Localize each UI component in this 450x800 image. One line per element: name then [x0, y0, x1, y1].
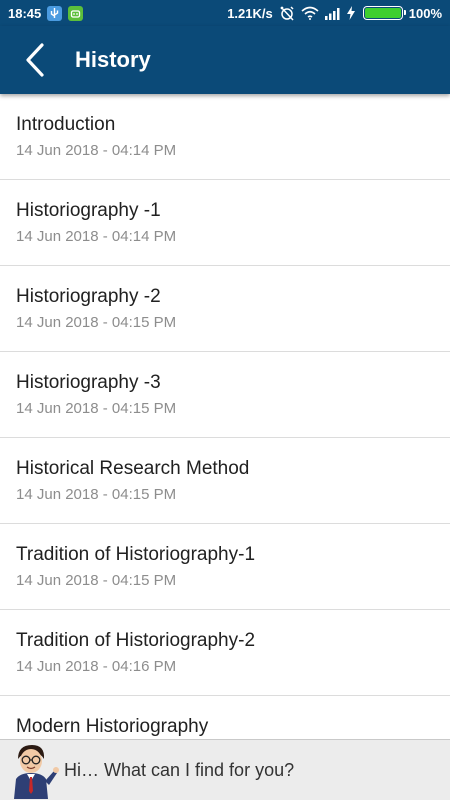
assistant-prompt: Hi… What can I find for you?	[64, 759, 295, 780]
assistant-avatar	[4, 741, 60, 799]
list-item[interactable]: Historiography -2 14 Jun 2018 - 04:15 PM	[0, 266, 450, 352]
page-title: History	[75, 47, 151, 72]
item-title: Introduction	[16, 114, 116, 135]
list-item[interactable]: Modern Historiography	[0, 696, 450, 739]
history-list[interactable]: Introduction 14 Jun 2018 - 04:14 PM Histor…	[0, 94, 450, 739]
network-speed: 1.21K/s	[227, 5, 273, 21]
item-date: 14 Jun 2018 - 04:16 PM	[16, 658, 177, 675]
app-bar: History	[0, 26, 450, 94]
list-item[interactable]: Tradition of Historiography-1 14 Jun 2018…	[0, 524, 450, 610]
signal-icon	[324, 7, 341, 20]
battery-percent: 100%	[408, 5, 442, 21]
item-date: 14 Jun 2018 - 04:15 PM	[16, 572, 177, 589]
battery-icon	[362, 6, 406, 20]
assistant-bar[interactable]: Hi… What can I find for you?	[0, 739, 450, 800]
list-item[interactable]: Historical Research Method 14 Jun 2018 - …	[0, 438, 450, 524]
status-time: 18:45	[8, 5, 42, 21]
item-title: Tradition of Historiography-2	[16, 630, 256, 651]
android-icon	[68, 5, 84, 21]
status-bar-right: 1.21K/s 100%	[227, 5, 442, 21]
usb-icon	[47, 5, 63, 21]
battery-fill	[364, 8, 401, 18]
item-title: Historical Research Method	[16, 458, 250, 479]
back-button[interactable]	[0, 26, 70, 94]
item-date: 14 Jun 2018 - 04:14 PM	[16, 142, 177, 159]
list-item[interactable]: Tradition of Historiography-2 14 Jun 2018…	[0, 610, 450, 696]
alarm-off-icon	[279, 5, 295, 21]
item-title: Tradition of Historiography-1	[16, 544, 256, 565]
item-date: 14 Jun 2018 - 04:15 PM	[16, 486, 177, 503]
item-date: 14 Jun 2018 - 04:14 PM	[16, 228, 177, 245]
charging-icon	[346, 6, 355, 20]
item-title: Historiography -3	[16, 372, 161, 393]
list-item[interactable]: Introduction 14 Jun 2018 - 04:14 PM	[0, 94, 450, 180]
item-title: Modern Historiography	[16, 716, 209, 737]
item-date: 14 Jun 2018 - 04:15 PM	[16, 400, 177, 417]
item-title: Historiography -2	[16, 286, 161, 307]
list-item[interactable]: Historiography -1 14 Jun 2018 - 04:14 PM	[0, 180, 450, 266]
item-title: Historiography -1	[16, 200, 161, 221]
item-date: 14 Jun 2018 - 04:15 PM	[16, 314, 177, 331]
list-item[interactable]: Historiography -3 14 Jun 2018 - 04:15 PM	[0, 352, 450, 438]
wifi-icon	[301, 6, 319, 20]
chevron-left-icon	[26, 43, 44, 77]
status-bar-left: 18:45	[8, 5, 84, 21]
status-bar: 18:45 1.21K/s 100%	[0, 0, 450, 26]
